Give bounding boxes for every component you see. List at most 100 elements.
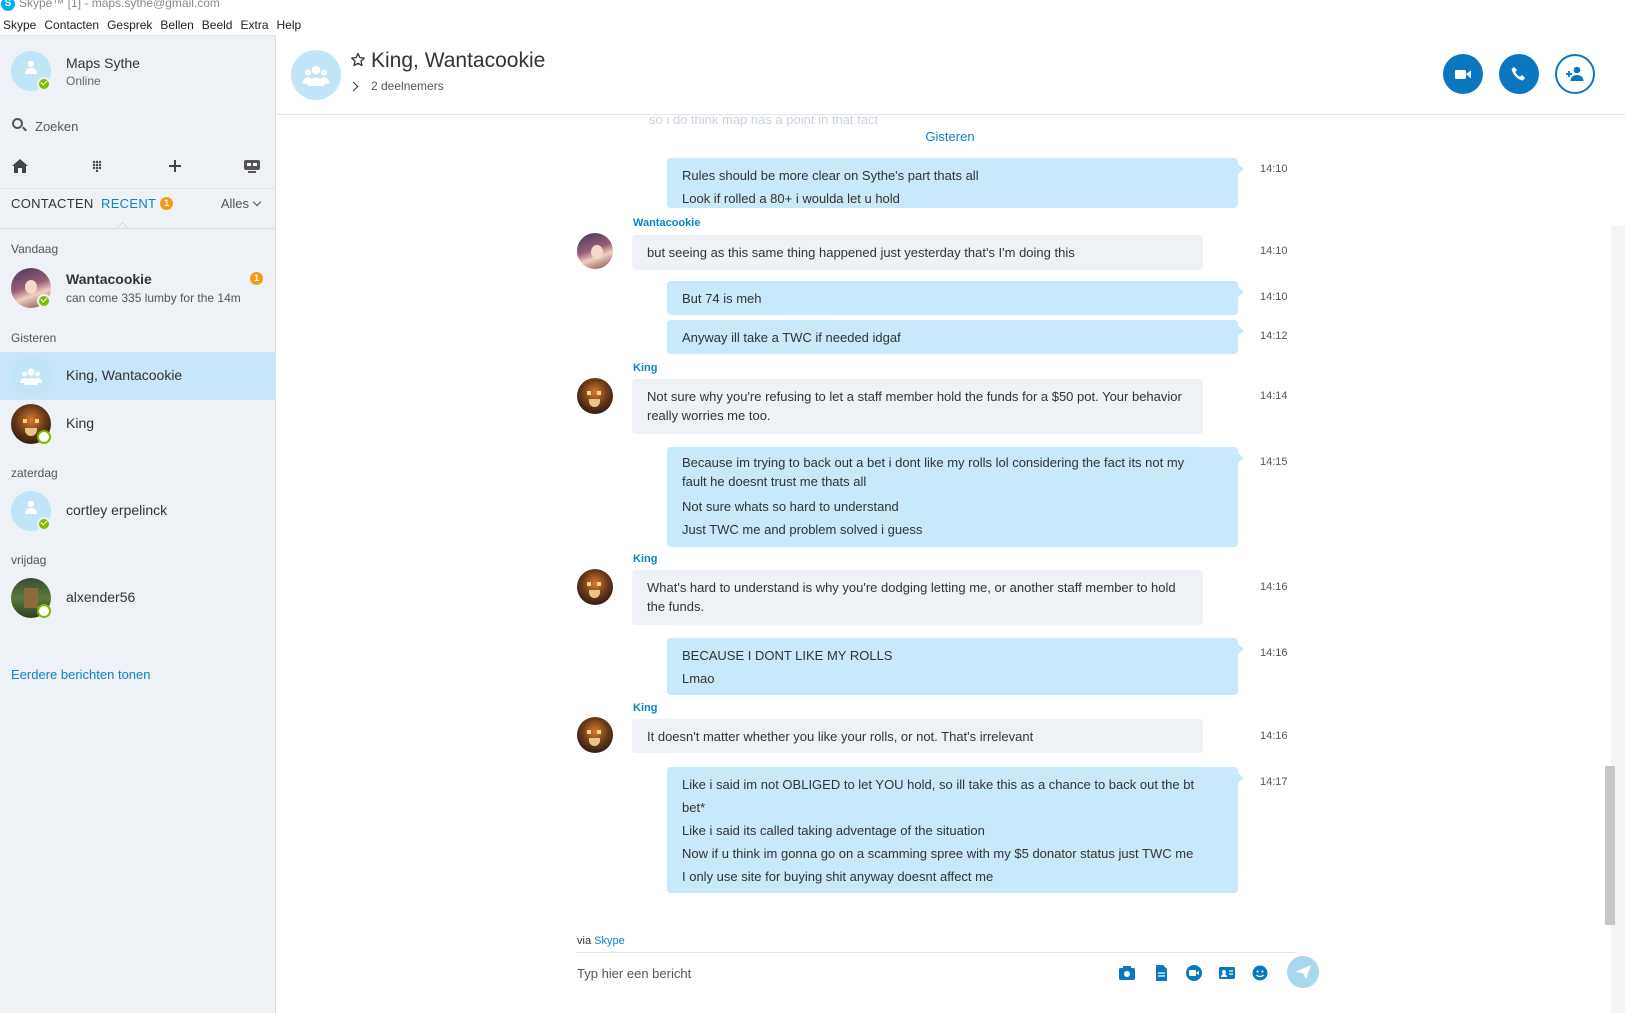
profile-status: Online (66, 74, 101, 88)
incoming-message[interactable]: but seeing as this same thing happened j… (632, 235, 1203, 270)
outgoing-message[interactable]: BECAUSE I DONT LIKE MY ROLLS Lmao (667, 638, 1244, 695)
group-icon (20, 368, 42, 385)
message-line: Not sure why you're refusing to let a st… (647, 389, 1182, 423)
show-older-messages-link[interactable]: Eerdere berichten tonen (11, 667, 150, 682)
avatar (11, 51, 51, 91)
star-icon[interactable] (350, 52, 366, 68)
menu-skype[interactable]: Skype (0, 16, 40, 34)
incoming-message[interactable]: Not sure why you're refusing to let a st… (632, 379, 1203, 434)
outgoing-message[interactable]: Like i said im not OBLIGED to let YOU ho… (667, 767, 1244, 893)
bot-icon[interactable] (240, 154, 264, 178)
contact-name: King (66, 415, 95, 431)
message-line: Just TWC me and problem solved i guess (682, 522, 923, 537)
filter-dropdown[interactable]: Alles (220, 196, 262, 211)
avatar (11, 356, 51, 396)
add-person-icon (1566, 66, 1584, 81)
person-icon (25, 60, 37, 74)
incoming-message[interactable]: It doesn't matter whether you like your … (632, 719, 1203, 753)
avatar (11, 491, 51, 531)
add-participants-button[interactable] (1555, 54, 1595, 94)
sender-avatar[interactable] (577, 378, 613, 414)
contact-alxender56[interactable]: alxender56 (0, 574, 276, 622)
message-line: It doesn't matter whether you like your … (647, 729, 1034, 744)
sender-avatar[interactable] (577, 233, 613, 269)
message-input[interactable] (577, 962, 1057, 984)
message-sender: King (633, 553, 658, 565)
tab-recent-label: RECENT (101, 196, 157, 211)
outgoing-message[interactable]: Anyway ill take a TWC if needed idgaf (667, 320, 1244, 354)
day-separator-label: Gisteren (925, 129, 975, 144)
contact-cortley[interactable]: cortley erpelinck (0, 487, 276, 535)
menu-bellen[interactable]: Bellen (156, 16, 197, 34)
message-sender: King (633, 702, 658, 714)
menu-beeld[interactable]: Beeld (198, 16, 237, 34)
send-button[interactable] (1287, 956, 1319, 988)
file-icon[interactable] (1152, 965, 1170, 981)
emoticon-icon[interactable] (1251, 965, 1269, 981)
scrollbar-thumb[interactable] (1605, 766, 1615, 925)
video-call-button[interactable] (1443, 54, 1483, 94)
video-message-icon[interactable] (1185, 965, 1203, 981)
menu-contacten[interactable]: Contacten (40, 16, 103, 34)
via-app-link[interactable]: Skype (594, 935, 625, 947)
message-line: Anyway ill take a TWC if needed idgaf (682, 330, 901, 345)
menu-extra[interactable]: Extra (236, 16, 272, 34)
incoming-message[interactable]: What's hard to understand is why you're … (632, 570, 1203, 625)
message-time: 14:10 (1260, 245, 1288, 257)
search-input[interactable] (35, 116, 255, 136)
filter-label: Alles (220, 196, 249, 211)
contact-wantacookie[interactable]: Wantacookie can come 335 lumby for the 1… (0, 264, 276, 312)
menu-gesprek[interactable]: Gesprek (103, 16, 156, 34)
contact-king-wantacookie[interactable]: King, Wantacookie (0, 352, 276, 400)
menu-help[interactable]: Help (273, 16, 306, 34)
message-line: BECAUSE I DONT LIKE MY ROLLS (682, 648, 893, 663)
sender-avatar[interactable] (577, 569, 613, 605)
chevron-down-icon (252, 197, 262, 207)
search-icon (12, 118, 23, 129)
conversation-title: King, Wantacookie (371, 49, 546, 72)
online-status-icon (37, 77, 51, 91)
profile[interactable]: Maps Sythe Online (11, 51, 271, 95)
media-icon[interactable] (1118, 965, 1136, 981)
outgoing-message[interactable]: But 74 is meh (667, 281, 1244, 315)
message-time: 14:12 (1260, 330, 1288, 342)
contact-king[interactable]: King (0, 400, 276, 448)
contact-name: Wantacookie (66, 271, 152, 287)
dialpad-icon[interactable] (85, 154, 109, 178)
outgoing-message[interactable]: Because im trying to back out a bet i do… (667, 447, 1244, 547)
contact-name: King, Wantacookie (66, 367, 183, 383)
message-line: Like i said its called taking adventage … (682, 823, 985, 838)
message-sender: King (633, 362, 658, 374)
home-icon[interactable] (8, 154, 32, 178)
via-prefix: via (577, 935, 592, 947)
outgoing-message[interactable]: Rules should be more clear on Sythe's pa… (667, 158, 1244, 208)
contact-tabs: CONTACTEN RECENT 1 Alles (0, 191, 276, 221)
divider (0, 228, 276, 229)
sender-avatar[interactable] (577, 717, 613, 753)
message-time: 14:16 (1260, 730, 1288, 742)
contact-preview: can come 335 lumby for the 14m (66, 291, 241, 305)
tab-contacts[interactable]: CONTACTEN (11, 196, 94, 211)
participants-count[interactable]: 2 deelnemers (371, 79, 444, 93)
unread-badge: 1 (160, 197, 174, 210)
contact-name: alxender56 (66, 589, 136, 605)
contact-card-icon[interactable] (1218, 965, 1236, 981)
tab-recent[interactable]: RECENT 1 (101, 196, 174, 211)
divider (0, 188, 276, 189)
message-time: 14:15 (1260, 456, 1288, 468)
message-time: 14:16 (1260, 581, 1288, 593)
menu-bar: Skype Contacten Gesprek Bellen Beeld Ext… (0, 16, 305, 34)
away-status-icon (37, 604, 51, 618)
message-line: bet* (682, 800, 706, 815)
conversation-panel: so i do think map has a point in that fa… (277, 116, 1625, 1013)
plus-icon[interactable] (163, 154, 187, 178)
message-time: 14:17 (1260, 776, 1288, 788)
via-label: via Skype (577, 935, 625, 947)
message-line: I only use site for buying shit anyway d… (682, 869, 994, 884)
voice-call-button[interactable] (1499, 54, 1539, 94)
previous-message-fragment: so i do think map has a point in that fa… (649, 116, 879, 127)
group-icon (302, 65, 330, 86)
message-line: Look if rolled a 80+ i woulda let u hold (682, 191, 900, 206)
search-box[interactable] (11, 116, 266, 136)
chevron-right-icon[interactable] (348, 81, 359, 92)
